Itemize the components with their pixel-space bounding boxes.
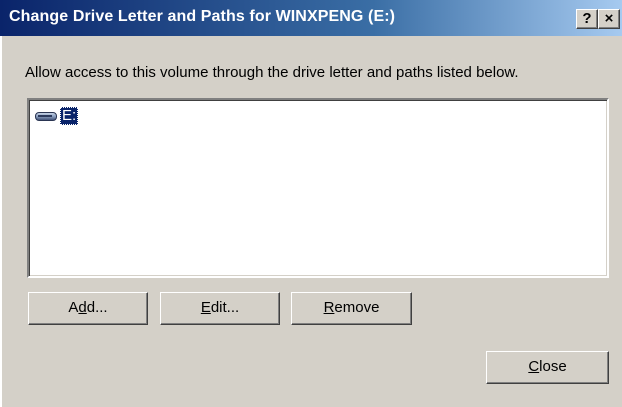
description-text: Allow access to this volume through the … bbox=[25, 64, 519, 81]
title-bar[interactable]: Change Drive Letter and Paths for WINXPE… bbox=[0, 0, 622, 36]
help-button[interactable]: ? bbox=[576, 9, 598, 29]
window-border bbox=[0, 36, 2, 407]
drive-path-listbox[interactable]: E: bbox=[27, 98, 609, 278]
dialog-window: Change Drive Letter and Paths for WINXPE… bbox=[0, 0, 622, 407]
edit-button[interactable]: Edit... bbox=[160, 292, 280, 325]
close-button[interactable]: Close bbox=[486, 351, 609, 384]
list-item-label: E: bbox=[60, 107, 79, 125]
add-button[interactable]: Add... bbox=[28, 292, 148, 325]
remove-button[interactable]: Remove bbox=[291, 292, 412, 325]
title-close-button[interactable]: × bbox=[598, 9, 620, 29]
list-item-drive-e[interactable]: E: bbox=[35, 106, 79, 126]
window-title: Change Drive Letter and Paths for WINXPE… bbox=[9, 8, 396, 25]
drive-icon bbox=[35, 109, 59, 123]
